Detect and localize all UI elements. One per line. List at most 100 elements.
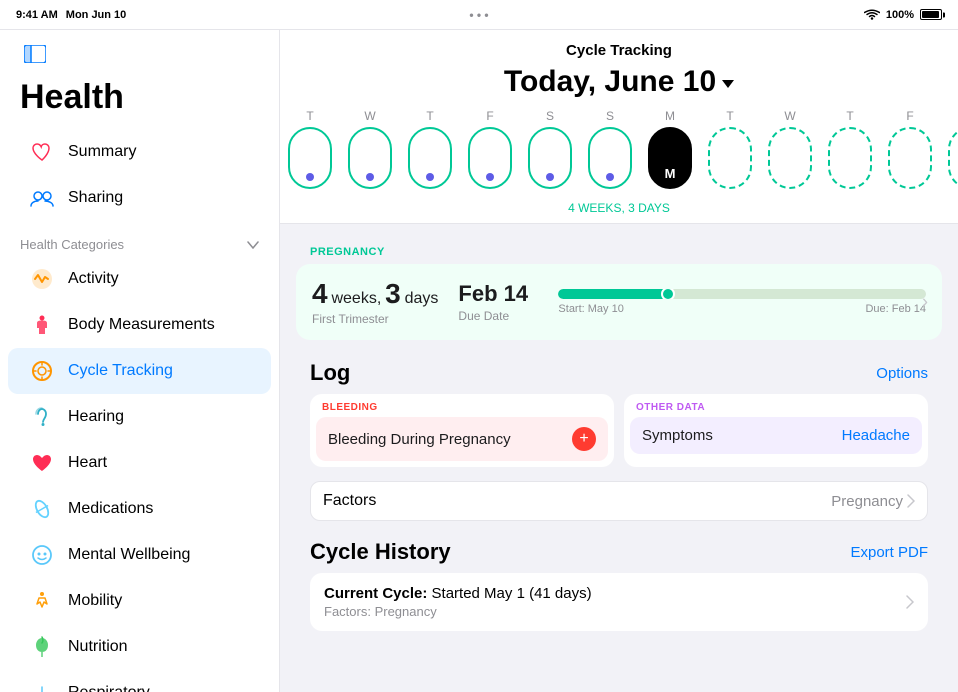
heart-icon — [28, 449, 56, 477]
wifi-icon — [864, 9, 880, 21]
bleeding-label: Bleeding During Pregnancy — [328, 431, 511, 448]
day-col: S — [520, 109, 580, 189]
bleeding-row[interactable]: Bleeding During Pregnancy + — [316, 417, 608, 461]
mental-label: Mental Wellbeing — [68, 546, 190, 564]
body-icon — [28, 311, 56, 339]
respiratory-icon — [28, 679, 56, 692]
day-col: W — [340, 109, 400, 189]
main-header: Cycle Tracking Today, June 10 T W — [280, 30, 958, 224]
pregnancy-chevron-icon: › — [922, 292, 928, 313]
progress-start-label: Start: May 10 — [558, 303, 623, 315]
factors-chevron-icon — [907, 494, 915, 508]
day-col: F — [880, 109, 940, 189]
summary-icon — [28, 138, 56, 166]
body-label: Body Measurements — [68, 316, 215, 334]
pregnancy-badge: PREGNANCY — [296, 236, 942, 264]
sidebar-item-cycle[interactable]: Cycle Tracking — [8, 348, 271, 394]
sharing-icon — [28, 184, 56, 212]
heart-label: Heart — [68, 454, 107, 472]
day-col: S — [580, 109, 640, 189]
weeks-label: 4 WEEKS, 3 DAYS — [280, 197, 958, 223]
factors-row[interactable]: Factors Pregnancy — [310, 481, 928, 521]
mental-icon — [28, 541, 56, 569]
other-data-section: OTHER DATA Symptoms Headache — [624, 394, 928, 467]
bleeding-section: BLEEDING Bleeding During Pregnancy + — [310, 394, 614, 467]
hearing-icon — [28, 403, 56, 431]
symptoms-row[interactable]: Symptoms Headache — [630, 417, 922, 454]
log-header: Log Options — [296, 352, 942, 394]
sidebar-item-summary[interactable]: Summary — [8, 129, 271, 175]
categories-section-label: Health Categories — [0, 229, 279, 256]
pregnancy-weeks: 4 weeks, 3 days First Trimester — [312, 278, 438, 326]
day-col: T — [280, 109, 340, 189]
add-bleeding-button[interactable]: + — [572, 427, 596, 451]
cycle-history-header: Cycle History Export PDF — [296, 531, 942, 573]
content-area: PREGNANCY 4 weeks, 3 days First Trimeste… — [280, 224, 958, 651]
day-col: T — [820, 109, 880, 189]
log-grid: BLEEDING Bleeding During Pregnancy + OTH… — [296, 394, 942, 481]
medications-label: Medications — [68, 500, 153, 518]
sidebar-item-respiratory[interactable]: Respiratory — [8, 670, 271, 692]
cycle-label: Cycle Tracking — [68, 362, 173, 380]
cycle-icon — [28, 357, 56, 385]
summary-label: Summary — [68, 143, 136, 161]
cycle-history-section: Cycle History Export PDF Current Cycle: … — [296, 531, 942, 631]
day-col: S — [940, 109, 958, 189]
chevron-down-icon — [247, 241, 259, 249]
nutrition-icon — [28, 633, 56, 661]
symptoms-row-label: Symptoms — [642, 427, 713, 444]
main-content: Cycle Tracking Today, June 10 T W — [280, 30, 958, 692]
status-bar-center: • • • — [469, 8, 488, 22]
battery-percentage: 100% — [886, 9, 914, 21]
sidebar-item-mobility[interactable]: Mobility — [8, 578, 271, 624]
pregnancy-section: PREGNANCY 4 weeks, 3 days First Trimeste… — [296, 236, 942, 340]
history-row[interactable]: Current Cycle: Started May 1 (41 days) F… — [310, 573, 928, 631]
app-container: Health Summary — [0, 30, 958, 692]
log-title: Log — [310, 360, 350, 386]
history-title: Current Cycle: Started May 1 (41 days) — [324, 585, 906, 602]
log-section: Log Options BLEEDING Bleeding During Pre… — [296, 352, 942, 521]
status-bar-right: 100% — [864, 9, 942, 21]
history-row-content: Current Cycle: Started May 1 (41 days) F… — [324, 585, 906, 619]
battery-icon — [920, 9, 942, 20]
sidebar-header — [0, 30, 279, 74]
export-pdf-button[interactable]: Export PDF — [850, 544, 928, 561]
app-title: Health — [0, 74, 279, 129]
sidebar-item-medications[interactable]: Medications — [8, 486, 271, 532]
medications-icon — [28, 495, 56, 523]
sidebar-item-heart[interactable]: Heart — [8, 440, 271, 486]
hearing-label: Hearing — [68, 408, 124, 426]
status-time: 9:41 AM — [16, 9, 58, 21]
pregnancy-due-date: Feb 14 Due Date — [458, 281, 538, 323]
sidebar-item-body[interactable]: Body Measurements — [8, 302, 271, 348]
symptoms-value: Headache — [842, 427, 910, 444]
pregnancy-card[interactable]: 4 weeks, 3 days First Trimester Feb 14 D… — [296, 264, 942, 340]
day-col: T — [700, 109, 760, 189]
bleeding-badge: BLEEDING — [310, 394, 614, 417]
history-sub: Factors: Pregnancy — [324, 604, 906, 619]
sidebar-item-nutrition[interactable]: Nutrition — [8, 624, 271, 670]
day-col: W — [760, 109, 820, 189]
day-col: T — [400, 109, 460, 189]
cycle-history-title: Cycle History — [310, 539, 451, 565]
status-date: Mon Jun 10 — [66, 9, 127, 21]
day-col: F — [460, 109, 520, 189]
sidebar-item-sharing[interactable]: Sharing — [8, 175, 271, 221]
activity-icon — [28, 265, 56, 293]
date-heading: Today, June 10 — [280, 65, 958, 99]
nutrition-label: Nutrition — [68, 638, 128, 656]
activity-label: Activity — [68, 270, 119, 288]
sidebar-item-mental[interactable]: Mental Wellbeing — [8, 532, 271, 578]
sidebar-item-activity[interactable]: Activity — [8, 256, 271, 302]
sidebar-toggle-button[interactable] — [20, 42, 50, 66]
calendar-strip: T W T F S — [280, 109, 958, 197]
other-data-badge: OTHER DATA — [624, 394, 928, 417]
log-options-button[interactable]: Options — [876, 365, 928, 382]
history-chevron-icon — [906, 595, 914, 609]
sidebar-item-hearing[interactable]: Hearing — [8, 394, 271, 440]
main-title: Cycle Tracking — [280, 42, 958, 59]
ipad-frame: 9:41 AM Mon Jun 10 • • • 100% — [0, 0, 958, 692]
status-bar: 9:41 AM Mon Jun 10 • • • 100% — [0, 0, 958, 30]
pregnancy-progress: Start: May 10 Due: Feb 14 — [558, 289, 926, 315]
factors-label: Factors — [323, 492, 376, 510]
